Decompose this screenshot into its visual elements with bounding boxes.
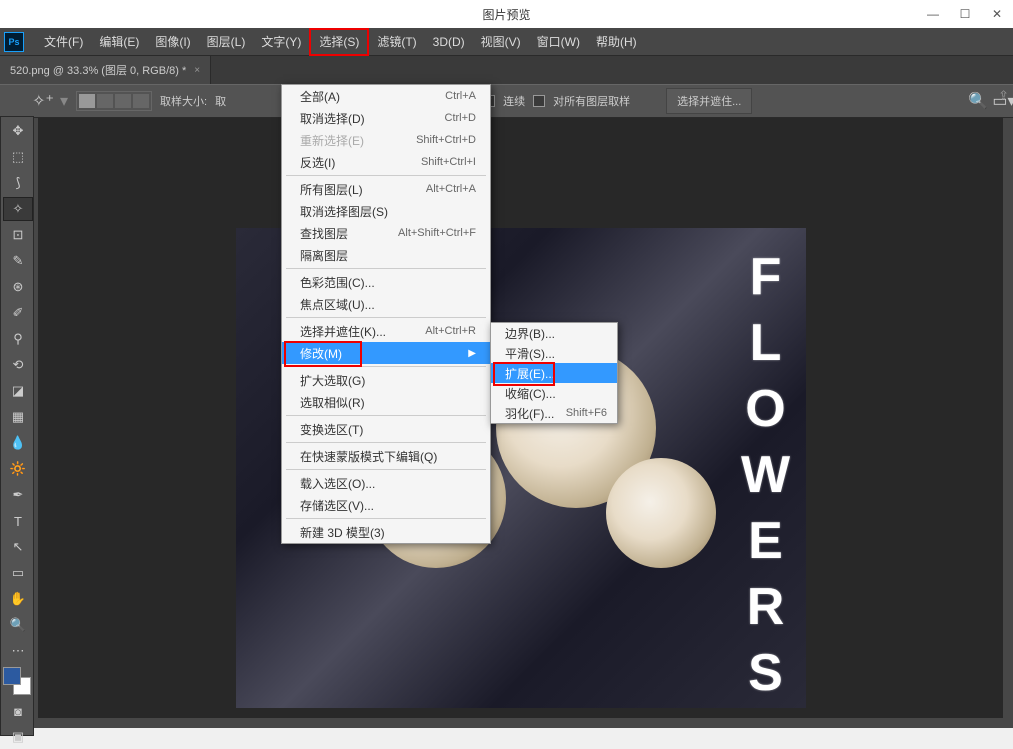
menu-view[interactable]: 视图(V) (473, 28, 529, 56)
search-icon[interactable]: 🔍 (969, 92, 987, 110)
crop-tool[interactable]: ⊡ (3, 223, 33, 247)
options-bar: ✧⁺ ▾ 取样大小: 取 除锯齿 连续 对所有图层取样 选择并遮住... 🔍 ▭… (0, 84, 1013, 118)
brush-tool[interactable]: ✐ (3, 301, 33, 325)
maximize-button[interactable]: ☐ (949, 0, 981, 28)
gradient-tool[interactable]: ▦ (3, 405, 33, 429)
menu-select-all[interactable]: 全部(A)Ctrl+A (282, 85, 490, 107)
sample-size-label: 取样大小: (160, 93, 207, 109)
foreground-color[interactable] (3, 667, 21, 685)
menu-select-and-mask[interactable]: 选择并遮住(K)...Alt+Ctrl+R (282, 320, 490, 342)
ps-logo-icon: Ps (4, 32, 24, 52)
zoom-tool[interactable]: 🔍 (3, 613, 33, 637)
close-button[interactable]: ✕ (981, 0, 1013, 28)
menu-inverse[interactable]: 反选(I)Shift+Ctrl+I (282, 151, 490, 173)
lasso-tool[interactable]: ⟆ (3, 171, 33, 195)
share-icon[interactable]: ⇪ (998, 88, 1009, 104)
submenu-contract[interactable]: 收缩(C)... (491, 383, 617, 403)
menu-edit[interactable]: 编辑(E) (91, 28, 147, 56)
menu-new-3d-model[interactable]: 新建 3D 模型(3) (282, 521, 490, 543)
menu-similar[interactable]: 选取相似(R) (282, 391, 490, 413)
select-and-mask-button[interactable]: 选择并遮住... (666, 88, 752, 114)
color-swatches[interactable] (3, 667, 31, 695)
menu-color-range[interactable]: 色彩范围(C)... (282, 271, 490, 293)
menu-isolate-layers[interactable]: 隔离图层 (282, 244, 490, 266)
eraser-tool[interactable]: ◪ (3, 379, 33, 403)
submenu-expand[interactable]: 扩展(E)... (491, 363, 617, 383)
menu-image[interactable]: 图像(I) (147, 28, 198, 56)
all-layers-checkbox[interactable] (533, 95, 545, 107)
menu-3d[interactable]: 3D(D) (425, 28, 473, 56)
selection-mode-group[interactable] (76, 91, 152, 111)
move-tool[interactable]: ✥ (3, 119, 33, 143)
menu-layer[interactable]: 图层(L) (199, 28, 254, 56)
document-tab[interactable]: 520.png @ 33.3% (图层 0, RGB/8) * × (0, 56, 211, 84)
select-menu-dropdown: 全部(A)Ctrl+A 取消选择(D)Ctrl+D 重新选择(E)Shift+C… (281, 84, 491, 544)
menubar: Ps 文件(F) 编辑(E) 图像(I) 图层(L) 文字(Y) 选择(S) 滤… (0, 28, 1013, 56)
contiguous-label: 连续 (503, 93, 525, 109)
minimize-button[interactable]: — (917, 0, 949, 28)
all-layers-label: 对所有图层取样 (553, 93, 630, 109)
path-tool[interactable]: ↖ (3, 535, 33, 559)
dodge-tool[interactable]: 🔆 (3, 457, 33, 481)
hand-tool[interactable]: ✋ (3, 587, 33, 611)
history-brush-tool[interactable]: ⟲ (3, 353, 33, 377)
shape-tool[interactable]: ▭ (3, 561, 33, 585)
window-title: 图片预览 (482, 6, 530, 23)
menu-grow[interactable]: 扩大选取(G) (282, 369, 490, 391)
wand-tool-icon: ✧⁺ (34, 92, 52, 110)
menu-find-layers[interactable]: 查找图层Alt+Shift+Ctrl+F (282, 222, 490, 244)
tools-panel: ✥ ⬚ ⟆ ✧ ⊡ ✎ ⊛ ✐ ⚲ ⟲ ◪ ▦ 💧 🔆 ✒ T ↖ ▭ ✋ 🔍 … (0, 116, 34, 736)
menu-save-selection[interactable]: 存储选区(V)... (282, 494, 490, 516)
healing-tool[interactable]: ⊛ (3, 275, 33, 299)
clone-tool[interactable]: ⚲ (3, 327, 33, 351)
menu-select[interactable]: 选择(S) (309, 28, 369, 56)
submenu-smooth[interactable]: 平滑(S)... (491, 343, 617, 363)
menu-type[interactable]: 文字(Y) (253, 28, 309, 56)
submenu-feather[interactable]: 羽化(F)...Shift+F6 (491, 403, 617, 423)
eyedropper-tool[interactable]: ✎ (3, 249, 33, 273)
type-tool[interactable]: T (3, 509, 33, 533)
menu-quick-mask-edit[interactable]: 在快速蒙版模式下编辑(Q) (282, 445, 490, 467)
quick-mask-toggle[interactable]: ◙ (3, 699, 33, 723)
menu-help[interactable]: 帮助(H) (588, 28, 645, 56)
menu-deselect-layers[interactable]: 取消选择图层(S) (282, 200, 490, 222)
flower-shape (606, 458, 716, 568)
edit-toolbar[interactable]: ⋯ (3, 639, 33, 663)
menu-transform-selection[interactable]: 变换选区(T) (282, 418, 490, 440)
marquee-tool[interactable]: ⬚ (3, 145, 33, 169)
magic-wand-tool[interactable]: ✧ (3, 197, 33, 221)
tab-close-icon[interactable]: × (194, 65, 200, 76)
submenu-border[interactable]: 边界(B)... (491, 323, 617, 343)
tab-label: 520.png @ 33.3% (图层 0, RGB/8) * (10, 62, 186, 78)
menu-file[interactable]: 文件(F) (36, 28, 91, 56)
screen-mode[interactable]: ▣ (3, 725, 33, 749)
blur-tool[interactable]: 💧 (3, 431, 33, 455)
sample-size-value[interactable]: 取 (215, 93, 226, 109)
menu-focus-area[interactable]: 焦点区域(U)... (282, 293, 490, 315)
menu-filter[interactable]: 滤镜(T) (369, 28, 424, 56)
menu-window[interactable]: 窗口(W) (529, 28, 588, 56)
pen-tool[interactable]: ✒ (3, 483, 33, 507)
menu-modify[interactable]: 修改(M)▶ (282, 342, 490, 364)
menu-reselect: 重新选择(E)Shift+Ctrl+D (282, 129, 490, 151)
canvas-text-overlay: FLOWERS (736, 248, 796, 710)
modify-submenu: 边界(B)... 平滑(S)... 扩展(E)... 收缩(C)... 羽化(F… (490, 322, 618, 424)
menu-deselect[interactable]: 取消选择(D)Ctrl+D (282, 107, 490, 129)
menu-load-selection[interactable]: 载入选区(O)... (282, 472, 490, 494)
menu-all-layers[interactable]: 所有图层(L)Alt+Ctrl+A (282, 178, 490, 200)
